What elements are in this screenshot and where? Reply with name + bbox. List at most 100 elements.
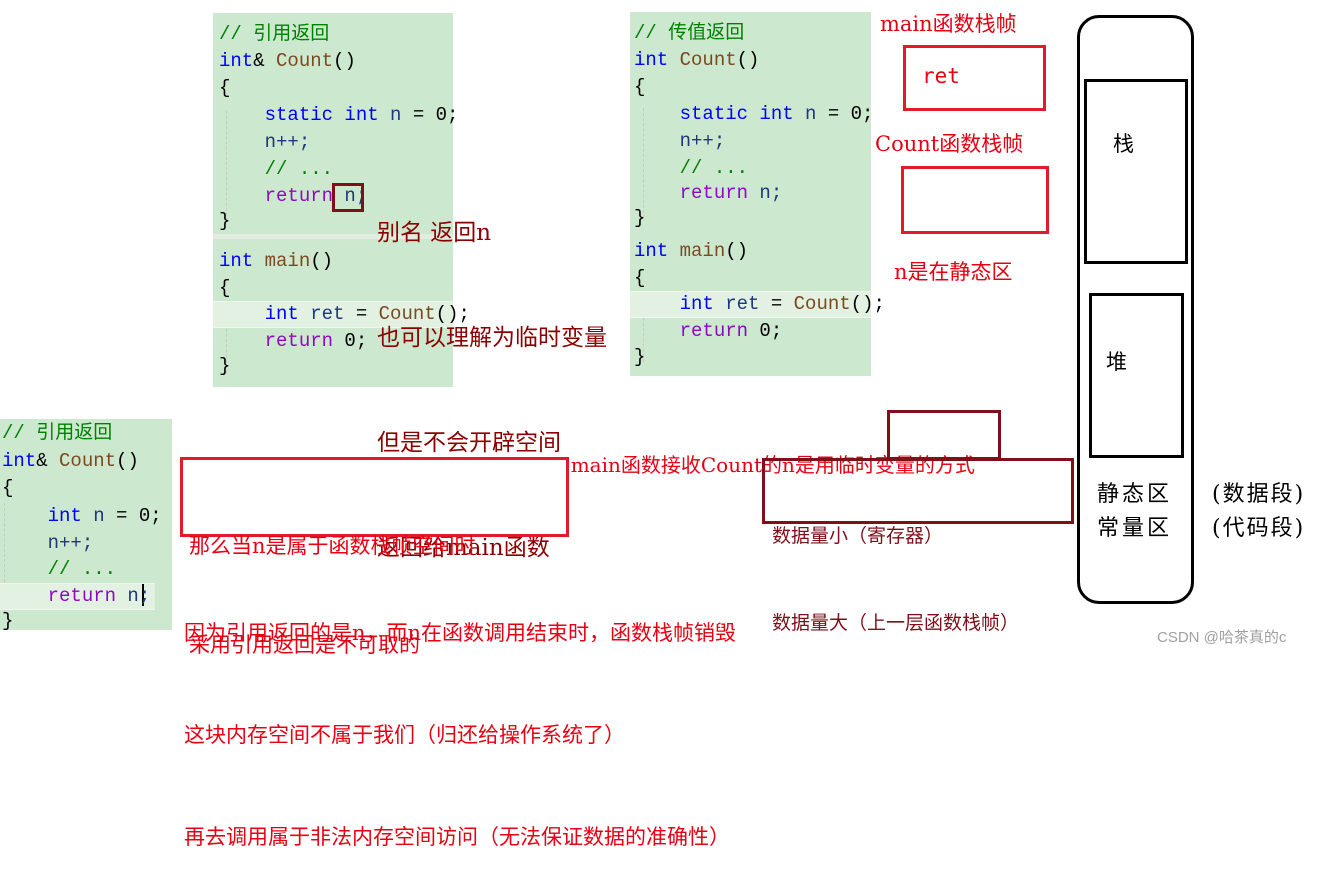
explanation-line: 因为引用返回的是n，而n在函数调用结束时，函数栈帧销毁 bbox=[184, 621, 737, 645]
explanation-line: 这块内存空间不属于我们（归还给操作系统了） bbox=[184, 723, 625, 747]
temp-var-details-box: 数据量小（寄存器） 数据量大（上一层函数栈帧） bbox=[762, 458, 1074, 634]
code-line: } bbox=[2, 608, 13, 635]
code-token: } bbox=[219, 355, 231, 377]
code-token: Count bbox=[276, 50, 334, 72]
code-token: n; bbox=[127, 585, 151, 607]
code-line: int ret = Count(); bbox=[634, 291, 885, 318]
code-token: n++; bbox=[2, 532, 94, 554]
code-token: n++; bbox=[634, 130, 726, 152]
code-token: return bbox=[634, 182, 760, 204]
code-line: } bbox=[634, 344, 645, 371]
code-line: // 引用返回 bbox=[219, 21, 329, 48]
code-token: n bbox=[390, 104, 402, 126]
alias-note-line: 也可以理解为临时变量 bbox=[377, 325, 607, 351]
code-line: // ... bbox=[219, 156, 333, 183]
code-line: return 0; bbox=[219, 328, 368, 355]
code-token: n bbox=[805, 103, 817, 125]
explanation-text: 因为引用返回的是n，而n在函数调用结束时，函数栈帧销毁 这块内存空间不属于我们（… bbox=[184, 548, 736, 888]
static-area-label: 静态区 bbox=[1097, 482, 1173, 507]
code-line: int main() bbox=[219, 248, 333, 275]
stack-label: 栈 bbox=[1113, 132, 1134, 156]
code-token: & bbox=[36, 450, 60, 472]
detail-small-data: 数据量小（寄存器） bbox=[772, 525, 944, 547]
code-token: n bbox=[93, 505, 105, 527]
code-line: { bbox=[634, 265, 645, 292]
code-token: = 0; bbox=[816, 103, 874, 125]
code-token: 0; bbox=[759, 320, 783, 342]
code-token: return bbox=[2, 585, 128, 607]
code-token: Count bbox=[679, 49, 737, 71]
code-token: // ... bbox=[634, 157, 749, 179]
code-token: { bbox=[2, 477, 14, 499]
code-line: static int n = 0; bbox=[634, 101, 874, 128]
code-segment-label: (代码段) bbox=[1212, 516, 1306, 541]
code-token: } bbox=[219, 210, 231, 232]
heap-label: 堆 bbox=[1106, 350, 1127, 374]
code-line: { bbox=[634, 74, 645, 101]
heap-region: 堆 bbox=[1089, 293, 1184, 458]
code-line: // 引用返回 bbox=[2, 420, 112, 447]
static-area-note: n是在静态区 bbox=[894, 260, 1013, 284]
count-frame-label: Count函数栈帧 bbox=[875, 132, 1024, 156]
value-return-code-panel: // 传值返回 int Count(){ static int n = 0; n+… bbox=[630, 12, 885, 376]
code-token: int bbox=[219, 303, 311, 325]
code-token: n; bbox=[759, 182, 783, 204]
code-token: { bbox=[634, 76, 646, 98]
code-line: n++; bbox=[2, 530, 94, 557]
code-token: } bbox=[634, 207, 646, 229]
code-token: // 传值返回 bbox=[634, 22, 745, 44]
temp-var-highlight-box bbox=[887, 410, 1001, 460]
code-line: return n; bbox=[2, 583, 151, 610]
code-token: int bbox=[2, 505, 94, 527]
code-token: () bbox=[725, 240, 749, 262]
code-token: = 0; bbox=[401, 104, 459, 126]
code-token: ret bbox=[310, 303, 345, 325]
code-line: } bbox=[219, 208, 230, 235]
code-token: return bbox=[219, 185, 345, 207]
code-token: (); bbox=[850, 293, 885, 315]
code-line: } bbox=[219, 353, 230, 380]
code-token: n++; bbox=[219, 131, 311, 153]
code-token: = 0; bbox=[104, 505, 162, 527]
code-line: // ... bbox=[634, 155, 748, 182]
code-token: { bbox=[219, 277, 231, 299]
code-line: static int n = 0; bbox=[219, 102, 459, 129]
code-token: main bbox=[679, 240, 726, 262]
code-token: Count bbox=[59, 450, 117, 472]
code-line: // 传值返回 bbox=[634, 20, 744, 47]
code-token: // ... bbox=[219, 158, 334, 180]
code-line: int main() bbox=[634, 238, 748, 265]
local-ref-code-panel: // 引用返回 int& Count(){ int n = 0; n++; // … bbox=[0, 419, 172, 632]
warning-box: 那么当n是属于函数栈帧空间时 采用引用返回是不可取的 bbox=[180, 457, 569, 657]
highlight-box-n bbox=[332, 183, 364, 212]
code-line: n++; bbox=[634, 128, 726, 155]
code-token: int bbox=[634, 293, 726, 315]
code-line: int n = 0; bbox=[2, 503, 162, 530]
code-token: static int bbox=[219, 104, 391, 126]
code-token: // 引用返回 bbox=[2, 422, 113, 444]
code-line: } bbox=[634, 205, 645, 232]
main-frame-box: ret bbox=[903, 45, 1046, 111]
code-line: return 0; bbox=[634, 318, 783, 345]
count-frame-box bbox=[901, 166, 1049, 234]
ret-variable: ret bbox=[922, 64, 960, 88]
code-token: return bbox=[634, 320, 760, 342]
code-token: int bbox=[219, 50, 254, 72]
code-token: // ... bbox=[2, 558, 117, 580]
code-line: int Count() bbox=[634, 47, 759, 74]
stack-region: 栈 bbox=[1084, 79, 1188, 264]
explanation-line: 再去调用属于非法内存空间访问（无法保证数据的准确性） bbox=[184, 825, 730, 849]
code-line: return n; bbox=[634, 180, 783, 207]
code-token: main bbox=[264, 250, 311, 272]
code-token: & bbox=[253, 50, 277, 72]
code-token: () bbox=[310, 250, 334, 272]
code-line: { bbox=[219, 275, 230, 302]
temp-var-details: 数据量小（寄存器） 数据量大（上一层函数栈帧） bbox=[772, 464, 1019, 696]
code-line: { bbox=[219, 75, 230, 102]
detail-large-data: 数据量大（上一层函数栈帧） bbox=[772, 612, 1020, 634]
code-line: int& Count() bbox=[219, 48, 356, 75]
code-token: = bbox=[759, 293, 794, 315]
code-token: } bbox=[634, 346, 646, 368]
const-area-label: 常量区 bbox=[1097, 516, 1173, 541]
code-token: // 引用返回 bbox=[219, 23, 330, 45]
